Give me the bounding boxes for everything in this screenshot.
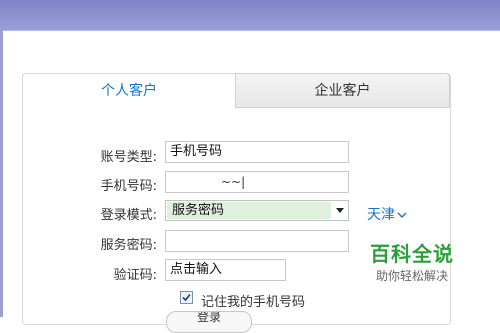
chevron-down-icon xyxy=(397,212,407,218)
remember-checkbox[interactable] xyxy=(180,291,193,304)
city-name: 天津 xyxy=(367,207,395,223)
service-password-label: 服务密码: xyxy=(100,238,157,253)
login-mode-value: 服务密码 xyxy=(172,203,225,218)
login-mode-label: 登录模式: xyxy=(100,208,157,223)
banner-divider xyxy=(0,30,500,31)
left-edge-border xyxy=(0,30,3,317)
phone-input-text: ~~| xyxy=(221,175,246,189)
tab-personal-customer[interactable]: 个人客户 xyxy=(22,73,235,108)
account-type-label: 账号类型: xyxy=(100,150,157,165)
tab-enterprise-customer[interactable]: 企业客户 xyxy=(235,73,450,108)
remember-phone-label: 记住我的手机号码 xyxy=(201,295,306,310)
service-password-input[interactable] xyxy=(165,230,349,252)
login-mode-select[interactable]: 服务密码 xyxy=(165,200,349,221)
phone-input[interactable] xyxy=(165,171,349,193)
watermark-title: 百科全说 xyxy=(370,242,454,266)
captcha-input[interactable]: 点击输入 xyxy=(165,259,286,281)
chevron-down-icon xyxy=(336,208,344,213)
captcha-label: 验证码: xyxy=(113,268,157,283)
phone-label: 手机号码: xyxy=(100,179,157,194)
login-button[interactable]: 登录 xyxy=(166,311,252,333)
login-panel xyxy=(22,73,451,325)
city-selector[interactable]: 天津 xyxy=(367,204,407,224)
checkmark-icon xyxy=(182,293,191,302)
watermark-logo: 百科全说 助你轻松解决 xyxy=(364,242,460,284)
top-banner xyxy=(0,0,500,30)
watermark-subtitle: 助你轻松解决 xyxy=(375,269,448,283)
account-type-field[interactable]: 手机号码 xyxy=(165,141,349,163)
